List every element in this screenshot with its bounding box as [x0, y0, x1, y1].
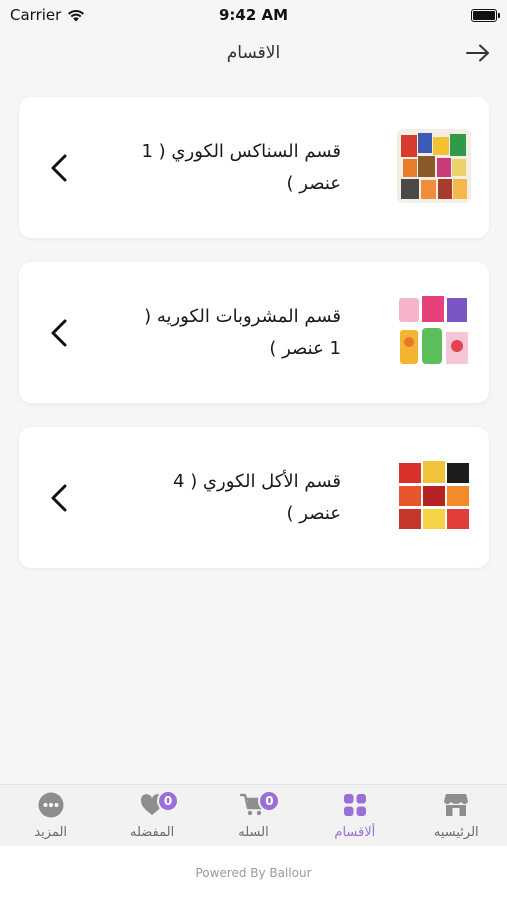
chevron-left-icon [47, 483, 71, 513]
tab-more[interactable]: المزيد [3, 785, 99, 847]
category-name-line1: قسم المشروبات الكوريه ( [144, 305, 341, 327]
wifi-icon [68, 9, 85, 21]
chevron-left-icon [47, 153, 71, 183]
tab-favorites[interactable]: 0 المفضله [104, 785, 200, 847]
tab-cart[interactable]: 0 السله [205, 785, 301, 847]
status-bar: Carrier 9:42 AM [0, 0, 507, 30]
cart-count-badge: 0 [258, 790, 281, 812]
korean-food-image [397, 459, 471, 533]
category-name-line2: عنصر ) [286, 172, 341, 194]
tab-label: المزيد [34, 825, 68, 840]
battery-icon [471, 8, 500, 22]
tab-label: السله [238, 825, 269, 840]
carrier-label: Carrier [10, 6, 62, 24]
arrow-right-icon [466, 44, 489, 62]
korean-snacks-image [397, 129, 471, 203]
back-button[interactable] [463, 38, 493, 68]
category-name: قسم الأكل الكوري ( 4 عنصر ) [81, 466, 341, 530]
more-icon [36, 790, 66, 820]
heart-icon: 0 [137, 790, 180, 820]
category-card-snacks[interactable]: قسم السناكس الكوري ( 1 عنصر ) [19, 97, 489, 238]
category-name-line2: عنصر ) [286, 502, 341, 524]
tab-label: المفضله [129, 825, 175, 840]
favorites-count-badge: 0 [157, 790, 180, 812]
category-name-line1: قسم الأكل الكوري ( 4 [173, 470, 341, 492]
category-list: قسم السناكس الكوري ( 1 عنصر ) قسم المشرو… [19, 97, 489, 592]
tab-label: الرئيسيه [433, 825, 479, 840]
store-icon [441, 790, 471, 820]
tab-label: ألاقسام [334, 825, 376, 840]
tab-categories[interactable]: ألاقسام [307, 785, 403, 847]
status-left: Carrier [10, 6, 85, 24]
chevron-left-icon [47, 318, 71, 348]
category-card-food[interactable]: قسم الأكل الكوري ( 4 عنصر ) [19, 427, 489, 568]
category-name: قسم المشروبات الكوريه ( 1 عنصر ) [81, 301, 341, 365]
category-name-line1: قسم السناكس الكوري ( 1 [141, 140, 342, 162]
category-name: قسم السناكس الكوري ( 1 عنصر ) [81, 136, 342, 200]
header: الاقسام [0, 30, 507, 76]
category-name-line2: 1 عنصر ) [269, 337, 341, 359]
page-title: الاقسام [226, 43, 281, 63]
korean-drinks-image [397, 294, 471, 368]
powered-by-footer: Powered By Ballour [0, 846, 507, 900]
cart-icon: 0 [238, 790, 281, 820]
category-card-drinks[interactable]: قسم المشروبات الكوريه ( 1 عنصر ) [19, 262, 489, 403]
tab-bar: المزيد 0 المفضله 0 السله ألاقسام الرئيسي… [0, 784, 507, 846]
tab-home[interactable]: الرئيسيه [408, 785, 504, 847]
grid-icon [340, 790, 370, 820]
